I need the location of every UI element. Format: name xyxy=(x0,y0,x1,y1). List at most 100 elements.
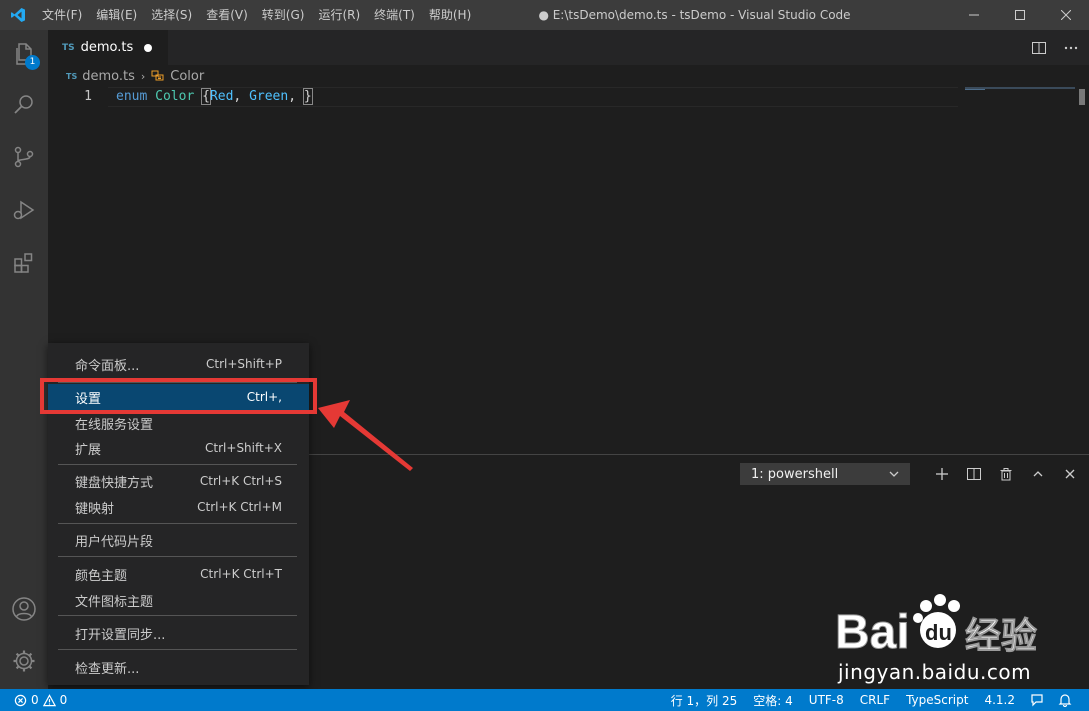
watermark-url: jingyan.baidu.com xyxy=(838,660,1032,684)
split-terminal-button[interactable] xyxy=(958,463,990,485)
token-comma: , xyxy=(288,89,297,104)
menu-run[interactable]: 运行(R) xyxy=(311,0,367,30)
menu-item-extensions[interactable]: 扩展 Ctrl+Shift+X xyxy=(48,435,309,461)
menu-item-label: 用户代码片段 xyxy=(75,534,154,550)
menu-selection[interactable]: 选择(S) xyxy=(144,0,199,30)
code-line[interactable]: enum Color {Red, Green, } xyxy=(116,87,313,107)
menu-go[interactable]: 转到(G) xyxy=(255,0,312,30)
annotation-arrow-icon xyxy=(318,400,413,471)
encoding[interactable]: UTF-8 xyxy=(801,693,852,707)
indentation[interactable]: 空格: 4 xyxy=(745,692,801,709)
vscode-logo-icon xyxy=(0,0,35,30)
unsaved-dot-icon[interactable] xyxy=(144,44,152,52)
terminal-select[interactable]: 1: powershell xyxy=(740,463,910,485)
chevron-down-icon xyxy=(889,471,899,477)
bell-icon xyxy=(1058,694,1072,707)
accounts-button[interactable] xyxy=(0,585,48,633)
menu-item-label: 打开设置同步... xyxy=(75,627,166,643)
menu-file[interactable]: 文件(F) xyxy=(35,0,89,30)
svg-text:Bai: Bai xyxy=(835,606,910,659)
menu-separator xyxy=(58,649,297,650)
menu-item-label: 文件图标主题 xyxy=(75,594,154,610)
menu-item-command-palette[interactable]: 命令面板... Ctrl+Shift+P xyxy=(48,351,309,377)
svg-text:du: du xyxy=(925,620,952,645)
menu-item-user-snippets[interactable]: 用户代码片段 xyxy=(48,527,309,553)
annotation-highlight-box xyxy=(40,378,317,414)
menu-help[interactable]: 帮助(H) xyxy=(422,0,478,30)
search-icon xyxy=(14,95,33,114)
breadcrumb-file[interactable]: demo.ts xyxy=(82,69,135,84)
close-icon xyxy=(1065,469,1075,479)
new-terminal-button[interactable] xyxy=(926,463,958,485)
more-actions-icon[interactable] xyxy=(1063,40,1079,56)
menu-item-label: 在线服务设置 xyxy=(75,417,154,433)
activity-bar: 1 xyxy=(0,30,48,689)
menu-item-shortcut: Ctrl+Shift+P xyxy=(206,357,282,371)
chevron-up-icon xyxy=(1033,471,1043,477)
menu-item-keyboard-shortcuts[interactable]: 键盘快捷方式 Ctrl+K Ctrl+S xyxy=(48,468,309,494)
menu-item-check-for-updates[interactable]: 检查更新... xyxy=(48,654,309,680)
menu-item-file-icon-theme[interactable]: 文件图标主题 xyxy=(48,587,309,613)
run-debug-button[interactable] xyxy=(0,186,48,234)
menu-separator xyxy=(58,556,297,557)
menu-item-label: 键盘快捷方式 xyxy=(75,475,154,491)
menu-item-turn-on-settings-sync[interactable]: 打开设置同步... xyxy=(48,620,309,646)
end-of-line[interactable]: CRLF xyxy=(852,693,898,707)
feedback-icon xyxy=(1031,694,1043,707)
trash-icon xyxy=(1000,468,1012,481)
menu-item-label: 键映射 xyxy=(75,501,115,517)
minimize-button[interactable] xyxy=(951,0,997,30)
close-window-button[interactable] xyxy=(1043,0,1089,30)
terminal-select-value: 1: powershell xyxy=(751,466,839,482)
tab-demo-ts[interactable]: TS demo.ts xyxy=(48,30,168,65)
problems-indicator[interactable]: 0 0 xyxy=(0,693,67,707)
breadcrumb-symbol[interactable]: Color xyxy=(170,69,204,84)
menu-item-color-theme[interactable]: 颜色主题 Ctrl+K Ctrl+T xyxy=(48,561,309,587)
error-count: 0 xyxy=(31,693,39,707)
menu-item-shortcut: Ctrl+K Ctrl+T xyxy=(200,567,282,581)
maximize-button[interactable] xyxy=(997,0,1043,30)
language-mode[interactable]: TypeScript xyxy=(898,693,976,707)
source-control-button[interactable] xyxy=(0,133,48,181)
typescript-file-icon: TS xyxy=(62,42,75,53)
menu-item-keymaps[interactable]: 键映射 Ctrl+K Ctrl+M xyxy=(48,494,309,520)
manage-button[interactable] xyxy=(0,637,48,685)
explorer-button[interactable]: 1 xyxy=(0,30,48,78)
menu-edit[interactable]: 编辑(E) xyxy=(89,0,144,30)
search-button[interactable] xyxy=(0,80,48,128)
extensions-button[interactable] xyxy=(0,239,48,287)
token-open-brace: { xyxy=(201,88,211,105)
window-controls xyxy=(951,0,1089,30)
kill-terminal-button[interactable] xyxy=(990,463,1022,485)
menu-item-shortcut: Ctrl+K Ctrl+M xyxy=(197,500,282,514)
maximize-panel-button[interactable] xyxy=(1022,463,1054,485)
breadcrumb: TS demo.ts › Color xyxy=(48,65,1089,87)
enum-symbol-icon xyxy=(151,70,164,81)
accounts-icon xyxy=(12,597,36,621)
chevron-right-icon: › xyxy=(140,69,146,83)
menu-separator xyxy=(58,523,297,524)
menu-terminal[interactable]: 终端(T) xyxy=(367,0,422,30)
feedback-button[interactable] xyxy=(1023,693,1051,707)
cursor-position[interactable]: 行 1，列 25 xyxy=(663,692,746,709)
baidu-jingyan-watermark: Bai du 经验 jingyan.baidu.com xyxy=(830,590,1050,690)
menu-item-shortcut: Ctrl+K Ctrl+S xyxy=(199,474,282,488)
status-bar: 0 0 行 1，列 25 空格: 4 UTF-8 CRLF TypeScript… xyxy=(0,689,1089,711)
explorer-badge: 1 xyxy=(25,55,40,70)
token-keyword: enum xyxy=(116,89,148,104)
status-bar-right: 行 1，列 25 空格: 4 UTF-8 CRLF TypeScript 4.1… xyxy=(663,689,1079,711)
close-panel-button[interactable] xyxy=(1054,463,1086,485)
notifications-button[interactable] xyxy=(1051,693,1079,707)
editor-scrollbar[interactable] xyxy=(1079,89,1085,105)
extensions-icon xyxy=(14,253,33,273)
split-editor-icon[interactable] xyxy=(1031,40,1047,56)
menu-item-label: 颜色主题 xyxy=(75,568,128,584)
menu-item-shortcut: Ctrl+Shift+X xyxy=(205,441,282,455)
panel-actions xyxy=(926,463,1086,485)
menu-view[interactable]: 查看(V) xyxy=(199,0,255,30)
title-bar: 文件(F) 编辑(E) 选择(S) 查看(V) 转到(G) 运行(R) 终端(T… xyxy=(0,0,1089,30)
minimap[interactable] xyxy=(965,87,1075,91)
menu-item-label: 检查更新... xyxy=(75,661,140,677)
typescript-version[interactable]: 4.1.2 xyxy=(976,693,1023,707)
typescript-file-icon: TS xyxy=(66,71,78,81)
